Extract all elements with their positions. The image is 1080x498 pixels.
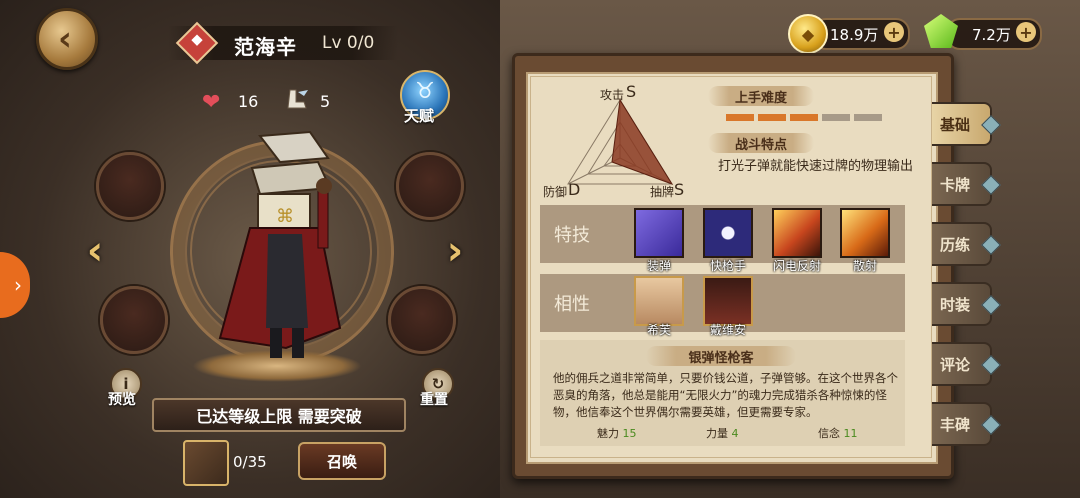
summon-label: 召唤 <box>326 452 357 471</box>
difficulty-bar <box>726 114 882 121</box>
radar-attack-grade: S <box>626 82 637 101</box>
shard-count: 0/35 <box>233 453 267 471</box>
skill-label-1: 快枪手 <box>709 259 746 273</box>
difficulty-segment <box>854 114 882 121</box>
equip-slot-bottom-left[interactable] <box>100 286 168 354</box>
faith-value: 11 <box>843 427 858 440</box>
strength-value: 4 <box>731 427 739 440</box>
chevron-right-icon: › <box>14 273 22 297</box>
level-cap-bar: 已达等级上限 需要突破 <box>152 398 406 432</box>
tab-label-3: 时装 <box>940 295 971 314</box>
tab-label-2: 历练 <box>940 235 971 254</box>
attr-strength: 力量 4 <box>706 425 739 441</box>
skill-label-0: 装弹 <box>646 259 671 273</box>
tab-costume[interactable]: 时装 <box>932 282 1001 326</box>
hero-name: 范海辛 <box>234 35 297 59</box>
charm-label: 魅力 <box>597 427 619 440</box>
add-gem-button[interactable]: + <box>1016 22 1036 42</box>
affinity-label-1: 戴维安 <box>709 323 746 337</box>
affinity-portrait-0[interactable] <box>634 276 684 326</box>
gold-value: 18.9万 <box>830 25 879 44</box>
tab-label-5: 丰碑 <box>940 415 971 434</box>
tab-label-0: 基础 <box>940 115 971 134</box>
equip-slot-top-right[interactable] <box>396 152 464 220</box>
hero-shard-icon <box>183 440 229 486</box>
hearts-value: 16 <box>238 92 259 111</box>
equip-slot-top-left[interactable] <box>96 152 164 220</box>
feature-text: 打光子弹就能快速过牌的物理输出 <box>718 159 914 174</box>
heart-icon: ❤ <box>202 90 221 115</box>
affinity-portrait-1[interactable] <box>703 276 753 326</box>
radar-chart <box>567 98 674 185</box>
skill-label-2: 闪电反射 <box>772 259 821 273</box>
difficulty-segment <box>822 114 850 121</box>
skill-icon-lightning[interactable] <box>772 208 822 258</box>
talent-label: 天赋 <box>404 107 435 125</box>
back-button[interactable]: ‹ <box>36 8 98 70</box>
radar-defense-label: 防御 <box>543 185 568 199</box>
tab-cards[interactable]: 卡牌 <box>932 162 1001 206</box>
attr-faith: 信念 11 <box>818 425 858 441</box>
strength-label: 力量 <box>706 427 728 440</box>
gem-value: 7.2万 <box>972 25 1011 44</box>
tab-experience[interactable]: 历练 <box>932 222 1001 266</box>
skills-label: 特技 <box>554 225 590 246</box>
difficulty-segment <box>790 114 818 121</box>
attr-charm: 魅力 15 <box>597 425 637 441</box>
difficulty-header: 上手难度 <box>708 86 814 106</box>
hero-level: Lv 0/0 <box>322 33 375 53</box>
radar-defense-grade: D <box>568 180 581 199</box>
bio-title: 银弹怪枪客 <box>646 346 796 366</box>
difficulty-segment <box>758 114 786 121</box>
hero-figure: ⌘ <box>218 130 342 358</box>
next-hero-button[interactable]: › <box>438 226 472 276</box>
bio-text: 他的佣兵之道非常简单，只要价钱公道，子弹管够。在这个世界各个恶臭的角落，他总是能… <box>553 371 898 419</box>
back-arrow-icon: ‹ <box>57 19 72 59</box>
tab-basic[interactable]: 基础 <box>932 102 1001 146</box>
equip-slot-bottom-right[interactable] <box>388 286 456 354</box>
talent-icon: ♉ <box>415 79 435 104</box>
tab-comments[interactable]: 评论 <box>932 342 1001 386</box>
tab-monument[interactable]: 丰碑 <box>932 402 1001 446</box>
charm-value: 15 <box>622 427 637 440</box>
affinity-label: 相性 <box>554 294 590 315</box>
winged-boot-icon <box>287 89 308 109</box>
prev-hero-button[interactable]: ‹ <box>78 226 112 276</box>
affinity-label-0: 希芙 <box>646 323 671 337</box>
preview-label[interactable]: 预览 <box>108 389 136 409</box>
boots-value: 5 <box>320 92 331 111</box>
summon-button[interactable]: 召唤 <box>298 442 386 480</box>
tab-label-1: 卡牌 <box>940 175 971 194</box>
level-cap-text: 已达等级上限 需要突破 <box>196 407 362 426</box>
skill-icon-scatter[interactable] <box>840 208 890 258</box>
skill-icon-reload[interactable] <box>634 208 684 258</box>
svg-text:⌘: ⌘ <box>276 206 294 227</box>
tab-label-4: 评论 <box>940 355 971 374</box>
reset-label[interactable]: 重置 <box>420 389 448 409</box>
skill-icon-crosshair[interactable] <box>703 208 753 258</box>
radar-draw-grade: S <box>674 180 685 199</box>
skill-label-3: 散射 <box>852 259 877 273</box>
radar-attack-label: 攻击 <box>600 88 625 102</box>
gold-coin-icon: ◆ <box>788 14 828 54</box>
add-gold-button[interactable]: + <box>884 22 904 42</box>
faith-label: 信念 <box>818 427 840 440</box>
feature-header: 战斗特点 <box>708 133 814 153</box>
difficulty-segment <box>726 114 754 121</box>
radar-draw-label: 抽牌 <box>650 185 675 199</box>
